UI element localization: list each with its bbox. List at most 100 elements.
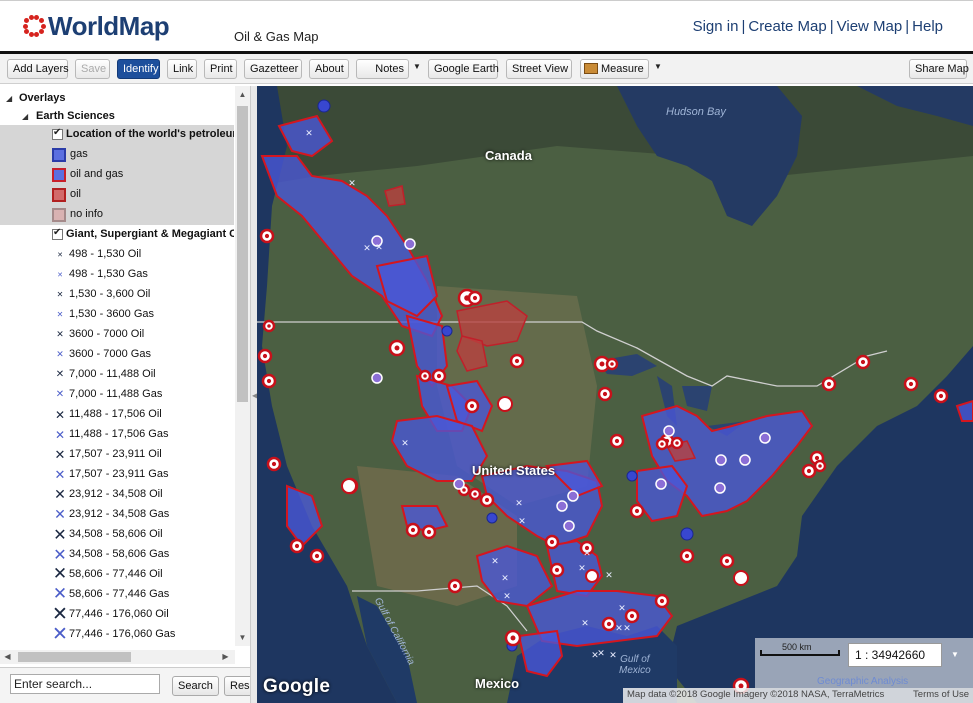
terms-of-use-link[interactable]: Terms of Use (913, 689, 969, 700)
gas-field-marker[interactable] (715, 454, 727, 466)
field-marker[interactable] (497, 396, 513, 412)
field-marker[interactable] (585, 569, 599, 583)
gas-cross-marker[interactable]: ✕ (605, 571, 613, 581)
share-map-button[interactable]: Share Map (909, 59, 969, 79)
gas-cross-marker[interactable]: ✕ (618, 604, 626, 614)
field-marker[interactable] (733, 570, 749, 586)
tree-node-earth-sciences[interactable]: ◢ Earth Sciences (0, 107, 234, 127)
gas-cross-marker[interactable]: ✕ (503, 592, 511, 602)
gas-field-marker[interactable] (453, 478, 465, 490)
legend-item: gas (0, 145, 234, 165)
legend-label: 17,507 - 23,911 Oil (69, 448, 162, 460)
gas-cross-marker[interactable]: ✕ (401, 439, 409, 449)
measure-button[interactable]: Measure (580, 59, 649, 79)
scroll-thumb[interactable] (18, 652, 131, 662)
gas-field-marker[interactable] (563, 520, 575, 532)
gas-cross-marker[interactable]: ✕ (581, 619, 589, 629)
gas-cross-marker[interactable]: ✕ (501, 574, 509, 584)
geographic-analysis-link[interactable]: Geographic Analysis (817, 676, 908, 687)
notes-button[interactable]: Notes (356, 59, 409, 79)
sign-in-link[interactable]: Sign in (693, 18, 739, 35)
oil-field-marker-center (472, 295, 478, 301)
legend-item: ✕ 23,912 - 34,508 Oil (0, 485, 234, 505)
gas-field-dot[interactable] (317, 99, 331, 113)
legend-label: 34,508 - 58,606 Oil (69, 528, 163, 540)
tree-horizontal-scrollbar[interactable]: ◀ ▶ (0, 650, 235, 664)
gas-cross-marker[interactable]: ✕ (518, 517, 526, 527)
layer-checkbox[interactable] (52, 127, 63, 140)
nav-separator: | (905, 18, 910, 35)
gas-cross-marker[interactable]: ✕ (583, 549, 591, 559)
logo-dot (24, 28, 30, 34)
collapse-icon[interactable]: ◢ (6, 94, 12, 103)
gas-field-marker[interactable] (371, 372, 383, 384)
print-button[interactable]: Print (204, 59, 237, 79)
logo-dots-icon (22, 14, 46, 38)
collapse-icon[interactable]: ◢ (22, 112, 28, 121)
gas-field-marker[interactable] (759, 432, 771, 444)
gas-field-dot[interactable] (680, 527, 694, 541)
legend-label: oil (70, 188, 82, 200)
gas-cross-marker[interactable]: ✕ (348, 179, 356, 189)
field-marker[interactable] (341, 478, 357, 494)
measure-dropdown-icon[interactable]: ▼ (654, 62, 662, 71)
gas-cross-marker[interactable]: ✕ (609, 651, 617, 661)
scroll-up-icon[interactable]: ▲ (235, 90, 250, 99)
scroll-down-icon[interactable]: ▼ (235, 633, 250, 642)
gas-cross-marker[interactable]: ✕ (515, 499, 523, 509)
search-input[interactable] (10, 674, 160, 694)
gas-field-dot[interactable] (441, 325, 453, 337)
legend-item: ✕ 17,507 - 23,911 Gas (0, 465, 234, 485)
gas-field-marker[interactable] (404, 238, 416, 250)
worldmap-logo[interactable]: WorldMap (22, 11, 170, 41)
gas-field-marker[interactable] (655, 478, 667, 490)
link-button[interactable]: Link (167, 59, 197, 79)
scroll-thumb[interactable] (237, 106, 248, 402)
scroll-left-icon[interactable]: ◀ (0, 652, 15, 661)
identify-button[interactable]: Identify (117, 59, 160, 79)
tree-node-overlays[interactable]: ◢ Overlays (0, 89, 234, 109)
gas-cross-marker[interactable]: ✕ (597, 649, 605, 659)
add-layers-button[interactable]: Add Layers (7, 59, 69, 79)
google-earth-button[interactable]: Google Earth (428, 59, 499, 79)
layer-petroleum-locations[interactable]: Location of the world's petroleum (0, 125, 234, 145)
panel-splitter[interactable]: ◀ (250, 86, 258, 703)
view-map-link[interactable]: View Map (837, 18, 903, 35)
gas-cross-marker[interactable]: ✕ (375, 243, 383, 253)
gas-field-marker[interactable] (714, 482, 726, 494)
canada-label: Canada (485, 148, 532, 163)
street-view-button[interactable]: Street View (506, 59, 572, 79)
gas-field-dot[interactable] (486, 512, 498, 524)
legend-label: oil and gas (70, 168, 124, 180)
gas-field-marker[interactable] (567, 490, 579, 502)
map-viewport[interactable]: ✕ ✕ ✕ ✕ ✕ ✕ ✕ ✕ ✕ ✕ ✕ ✕ ✕ ✕ ✕ ✕ ✕ ✕ ✕ ✕ Hudson Bay Canada U… (257, 86, 973, 703)
gas-field-marker[interactable] (739, 454, 751, 466)
scale-dropdown-icon[interactable]: ▼ (951, 650, 959, 659)
scale-ratio-select[interactable]: 1 : 34942660 (848, 643, 942, 667)
gas-cross-marker[interactable]: ✕ (491, 557, 499, 567)
scroll-right-icon[interactable]: ▶ (218, 652, 233, 661)
gas-cross-marker[interactable]: ✕ (578, 564, 586, 574)
legend-item: ✕ 498 - 1,530 Gas (0, 265, 234, 285)
about-button[interactable]: About (309, 59, 349, 79)
oil-field-marker-center (818, 464, 822, 468)
layer-giant-fields[interactable]: Giant, Supergiant & Megagiant C (0, 225, 234, 245)
gas-cross-marker[interactable]: ✕ (615, 624, 623, 634)
legend-label: 23,912 - 34,508 Oil (69, 488, 163, 500)
gas-cross-marker[interactable]: ✕ (305, 129, 313, 139)
map-canvas[interactable]: ✕✕✕ ✕✕✕✕✕✕✕✕✕ ✕✕✕ ✕✕✕✕✕ (257, 86, 973, 703)
tree-vertical-scrollbar[interactable]: ▲ ▼ (235, 86, 250, 646)
gas-cross-marker[interactable]: ✕ (363, 244, 371, 254)
gazetteer-button[interactable]: Gazetteer (244, 59, 302, 79)
gas-field-dot[interactable] (626, 470, 638, 482)
notes-dropdown-icon[interactable]: ▼ (413, 62, 421, 71)
layer-checkbox[interactable] (52, 227, 63, 240)
gas-cross-marker[interactable]: ✕ (623, 624, 631, 634)
search-button[interactable]: Search (172, 676, 219, 696)
create-map-link[interactable]: Create Map (748, 18, 826, 35)
oil-field-marker-center (629, 613, 635, 619)
save-button[interactable]: Save (75, 59, 110, 79)
gas-field-marker[interactable] (663, 425, 675, 437)
gas-field-marker[interactable] (556, 500, 568, 512)
help-link[interactable]: Help (912, 18, 943, 35)
